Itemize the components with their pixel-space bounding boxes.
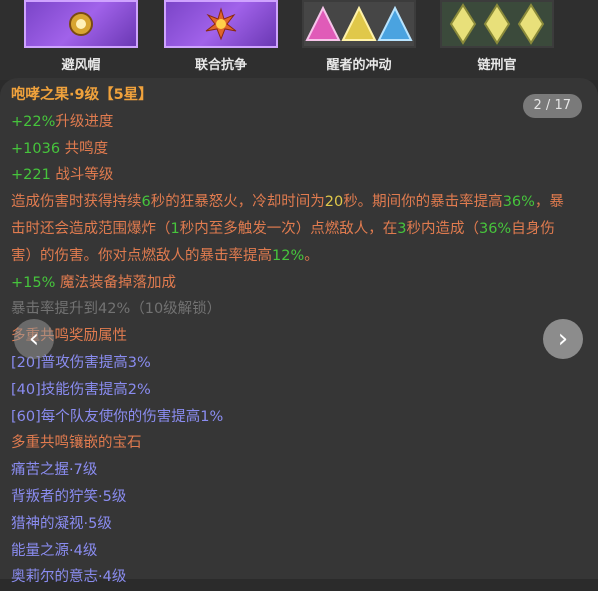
- magic-bonus-line: +15% 魔法装备掉落加成: [11, 270, 586, 297]
- desc-number: 6: [141, 194, 151, 211]
- chevron-left-icon: ‹: [28, 324, 40, 354]
- stat-label: 升级进度: [55, 113, 114, 130]
- stat-line: +221 战斗等级: [11, 162, 586, 189]
- chevron-right-icon: ›: [557, 324, 569, 354]
- desc-text: 秒内造成（: [406, 220, 479, 237]
- desc-text: 秒的狂暴怒火，冷却时间为: [150, 194, 325, 211]
- desc-text: 秒内至多触发一次）点燃敌人，在: [179, 220, 398, 237]
- explosion-icon: [205, 7, 237, 41]
- resonance-bonus: [60]每个队友使你的伤害提高1%: [11, 408, 224, 425]
- orb-icon: [69, 12, 93, 36]
- desc-number: 12%: [272, 247, 305, 264]
- gem-item-3[interactable]: 醒者的冲动: [300, 0, 418, 80]
- gem-item-label: 联合抗争: [194, 58, 247, 73]
- triangle-gems-icon: [305, 5, 413, 41]
- gem-thumbnail: [302, 0, 416, 48]
- gem-detail-card: 2 / 17 咆哮之果·9级【5星】 +22%升级进度 +1036 共鸣度 +2…: [0, 78, 598, 585]
- desc-number: 20: [324, 194, 344, 211]
- magic-bonus-label: 魔法装备掉落加成: [55, 274, 176, 291]
- gem-item-label: 醒者的冲动: [326, 58, 392, 73]
- crystal-gems-icon: [449, 3, 545, 45]
- gem-title: 咆哮之果·9级【5星】: [11, 87, 153, 103]
- desc-number: 36%: [478, 220, 512, 237]
- stat-value: +1036: [11, 140, 61, 157]
- gem-item-label: 链刑官: [477, 58, 517, 73]
- stat-value: +221: [11, 167, 51, 184]
- desc-text: 造成伤害时获得持续: [11, 194, 142, 211]
- resonance-header: 多重共鸣奖励属性: [11, 328, 127, 345]
- desc-text: 秒。期间你的暴击率提高: [343, 194, 503, 211]
- gem-description: 造成伤害时获得持续6秒的狂暴怒火，冷却时间为20秒。期间你的暴击率提高36%，暴…: [11, 189, 586, 269]
- stat-line: +22%升级进度: [11, 109, 586, 136]
- stat-value: +22%: [11, 113, 56, 130]
- gem-item-2[interactable]: 联合抗争: [162, 0, 280, 80]
- stat-line: +1036 共鸣度: [11, 136, 586, 163]
- next-page-button[interactable]: ›: [543, 319, 583, 359]
- desc-number: 1: [170, 220, 180, 237]
- stat-label: 战斗等级: [50, 167, 114, 184]
- gem-item-4[interactable]: 链刑官: [438, 0, 556, 80]
- gem-thumbnail: [440, 0, 554, 48]
- desc-number: 36%: [502, 194, 535, 211]
- resonance-bonus: [20]普攻伤害提高3%: [11, 354, 151, 371]
- socketed-gem[interactable]: 奥莉尔的意志·4级: [11, 564, 586, 591]
- desc-text: 。: [304, 247, 319, 264]
- socketed-gem[interactable]: 能量之源·4级: [11, 538, 586, 565]
- magic-bonus-value: +15%: [11, 274, 56, 291]
- socketed-gem[interactable]: 猎神的凝视·5级: [11, 511, 586, 538]
- socketed-gem[interactable]: 背叛者的狞笑·5级: [11, 484, 586, 511]
- page-indicator: 2 / 17: [522, 94, 582, 118]
- gem-item-label: 避风帽: [61, 58, 101, 73]
- gem-item-1[interactable]: 避风帽: [22, 0, 140, 80]
- equipped-gems-strip: 避风帽 联合抗争 醒者的冲动 链刑官: [0, 0, 598, 80]
- stat-label: 共鸣度: [60, 140, 109, 157]
- socketed-gem[interactable]: 痛苦之握·7级: [11, 457, 586, 484]
- gem-thumbnail: [164, 0, 278, 48]
- previous-page-button[interactable]: ‹: [14, 319, 54, 359]
- gems-header: 多重共鸣镶嵌的宝石: [11, 435, 142, 452]
- resonance-bonus: [40]技能伤害提高2%: [11, 381, 151, 398]
- gem-thumbnail: [24, 0, 138, 48]
- locked-upgrade-text: 暴击率提升到42%（10级解锁）: [11, 301, 222, 318]
